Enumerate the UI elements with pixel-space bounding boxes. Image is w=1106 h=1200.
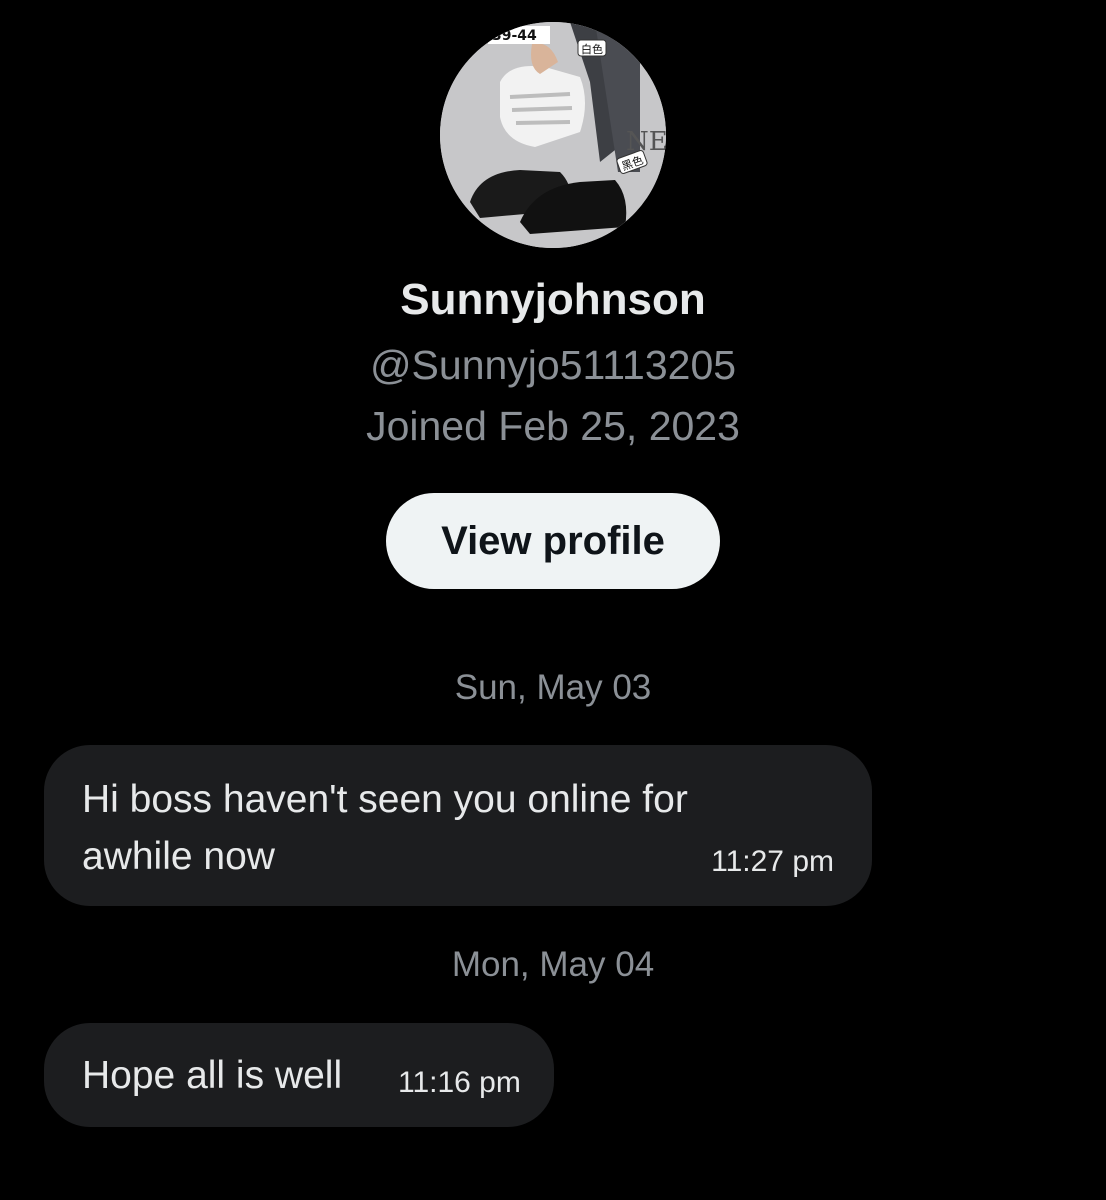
view-profile-button[interactable]: View profile — [386, 493, 720, 589]
svg-text:39-44: 39-44 — [492, 28, 537, 44]
dm-conversation-screen: 39-44 白色 NE 黑色 Sunnyjohnson @Sunnyjo5111… — [0, 0, 1106, 1200]
profile-photo-sneakers-icon: 39-44 白色 NE 黑色 — [440, 22, 666, 248]
message-text: Hi boss haven't seen you online for awhi… — [82, 771, 688, 885]
message-bubble[interactable]: Hope all is well 11:16 pm — [44, 1023, 554, 1127]
message-text-line: Hi boss haven't seen you online for — [82, 778, 688, 821]
message-timestamp: 11:27 pm — [711, 845, 834, 878]
message-text: Hope all is well — [82, 1054, 343, 1097]
message-text-line: awhile now — [82, 835, 275, 878]
message-timestamp: 11:16 pm — [398, 1066, 521, 1099]
svg-text:NE: NE — [626, 127, 666, 157]
user-handle: @Sunnyjo51113205 — [369, 342, 737, 388]
message-bubble[interactable]: Hi boss haven't seen you online for awhi… — [44, 745, 872, 906]
date-separator: Mon, May 04 — [451, 945, 655, 984]
date-separator: Sun, May 03 — [454, 668, 652, 707]
avatar[interactable]: 39-44 白色 NE 黑色 — [440, 22, 666, 248]
joined-date: Joined Feb 25, 2023 — [366, 403, 740, 449]
display-name: Sunnyjohnson — [400, 275, 706, 324]
svg-text:白色: 白色 — [581, 42, 603, 56]
